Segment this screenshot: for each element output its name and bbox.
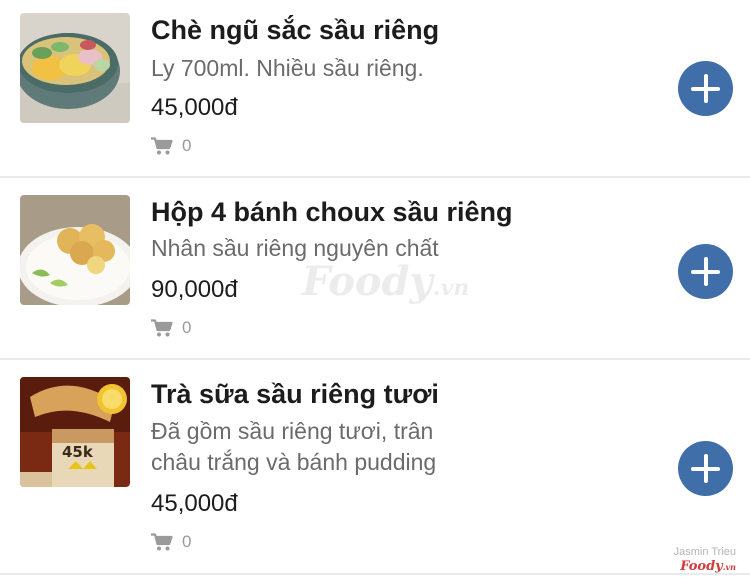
menu-item[interactable]: Chè ngũ sắc sầu riêng Ly 700ml. Nhiều sầ… (0, 0, 750, 178)
item-price: 45,000đ (151, 94, 238, 121)
item-title: Chè ngũ sắc sầu riêng (151, 15, 440, 45)
item-photo[interactable] (20, 13, 130, 123)
cart-icon (151, 137, 173, 155)
item-photo[interactable] (20, 195, 130, 305)
cart-count: 0 (151, 532, 191, 552)
item-description: Đã gồm sầu riêng tươi, trân châu trắng v… (151, 418, 437, 475)
add-to-cart-button[interactable] (678, 244, 733, 299)
cart-icon (151, 319, 173, 337)
cart-count-value: 0 (182, 532, 192, 551)
cart-count-value: 0 (182, 136, 192, 155)
item-price: 45,000đ (151, 490, 238, 517)
item-price: 90,000đ (151, 276, 238, 303)
cart-count: 0 (151, 318, 191, 338)
item-photo[interactable]: 45k (20, 377, 130, 487)
add-to-cart-button[interactable] (678, 61, 733, 116)
cart-count-value: 0 (182, 318, 192, 337)
svg-text:45k: 45k (62, 443, 94, 461)
menu-item[interactable]: 45k Trà sữa sầu riêng tươi Đã gồm sầu ri… (0, 360, 750, 575)
item-description: Ly 700ml. Nhiều sầu riêng. (151, 55, 424, 81)
menu-item[interactable]: Hộp 4 bánh choux sầu riêng Nhân sầu riên… (0, 178, 750, 360)
item-title: Trà sữa sầu riêng tươi (151, 379, 439, 409)
add-to-cart-button[interactable] (678, 441, 733, 496)
cart-count: 0 (151, 136, 191, 156)
item-description: Nhân sầu riêng nguyên chất (151, 235, 439, 261)
menu-list: Chè ngũ sắc sầu riêng Ly 700ml. Nhiều sầ… (0, 0, 750, 581)
cart-icon (151, 533, 173, 551)
item-title: Hộp 4 bánh choux sầu riêng (151, 197, 513, 227)
